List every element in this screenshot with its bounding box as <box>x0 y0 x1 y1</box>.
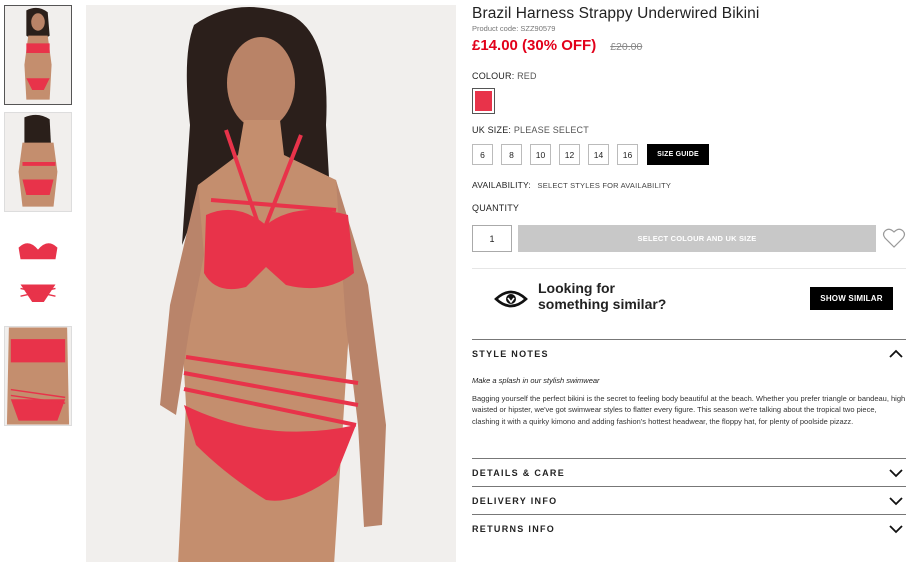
size-label: UK SIZE: PLEASE SELECT <box>472 125 589 135</box>
thumbnail-back[interactable] <box>4 112 72 212</box>
add-to-bag-button[interactable]: SELECT COLOUR AND UK SIZE <box>518 225 876 252</box>
price-row: £14.00 (30% OFF) £20.00 <box>472 37 906 54</box>
returns-info-header[interactable]: RETURNS INFO <box>472 515 906 543</box>
quantity-label: QUANTITY <box>472 203 520 213</box>
product-code: Product code: SZZ90579 <box>472 24 556 33</box>
thumbnail-flat[interactable] <box>4 219 72 319</box>
style-notes-text: Bagging yourself the perfect bikini is t… <box>472 394 906 426</box>
thumbnail-closeup-image <box>5 327 71 425</box>
delivery-info-header[interactable]: DELIVERY INFO <box>472 487 906 515</box>
thumbnail-front-image <box>5 6 71 104</box>
colour-label: COLOUR: RED <box>472 71 537 81</box>
current-price: £14.00 (30% OFF) <box>472 37 597 54</box>
product-info-panel: Brazil Harness Strappy Underwired Bikini… <box>472 5 906 534</box>
size-option[interactable]: 14 <box>588 144 609 165</box>
thumbnail-back-image <box>5 113 71 211</box>
show-similar-panel: Looking for something similar? SHOW SIMI… <box>472 268 906 328</box>
chevron-down-icon <box>889 469 903 478</box>
availability: AVAILABILITY: SELECT STYLES FOR AVAILABI… <box>472 180 671 190</box>
size-option[interactable]: 10 <box>530 144 551 165</box>
swatch-fill <box>475 91 492 111</box>
colour-swatch-red[interactable] <box>472 88 495 114</box>
delivery-info-title: DELIVERY INFO <box>472 496 558 506</box>
similar-line2: something similar? <box>538 296 667 312</box>
style-notes-subtitle: Make a splash in our stylish swimwear <box>472 376 600 385</box>
show-similar-button[interactable]: SHOW SIMILAR <box>810 287 893 310</box>
details-care-section[interactable]: DETAILS & CARE <box>472 458 906 487</box>
size-label-text: UK SIZE: <box>472 125 512 135</box>
thumbnail-front[interactable] <box>4 5 72 105</box>
chevron-down-icon <box>889 525 903 534</box>
style-notes-title: STYLE NOTES <box>472 349 549 359</box>
delivery-info-section[interactable]: DELIVERY INFO <box>472 486 906 515</box>
size-value: PLEASE SELECT <box>513 125 589 135</box>
product-title: Brazil Harness Strappy Underwired Bikini <box>472 5 760 22</box>
colour-value: RED <box>517 71 537 81</box>
availability-value: SELECT STYLES FOR AVAILABILITY <box>537 181 672 190</box>
thumbnail-flat-image <box>5 220 71 318</box>
size-option[interactable]: 8 <box>501 144 522 165</box>
size-option[interactable]: 16 <box>617 144 638 165</box>
chevron-down-icon <box>889 497 903 506</box>
size-option[interactable]: 6 <box>472 144 493 165</box>
heart-outline-icon[interactable] <box>882 227 906 249</box>
chevron-up-icon <box>889 349 903 358</box>
model-photo <box>86 5 456 562</box>
details-care-header[interactable]: DETAILS & CARE <box>472 459 906 487</box>
returns-info-section[interactable]: RETURNS INFO <box>472 514 906 543</box>
thumbnail-closeup[interactable] <box>4 326 72 426</box>
size-guide-button[interactable]: SIZE GUIDE <box>647 144 709 165</box>
size-options: 6 8 10 12 14 16 <box>472 144 646 165</box>
style-notes-header[interactable]: STYLE NOTES <box>472 340 906 368</box>
availability-label: AVAILABILITY: <box>472 180 531 190</box>
quantity-input[interactable]: 1 <box>472 225 512 252</box>
main-product-image[interactable] <box>86 5 456 562</box>
similar-prompt: Looking for something similar? <box>538 280 698 312</box>
style-notes-section: STYLE NOTES Make a splash in our stylish… <box>472 339 906 427</box>
thumbnail-gallery <box>4 5 72 433</box>
size-option[interactable]: 12 <box>559 144 580 165</box>
similar-line1: Looking for <box>538 280 615 296</box>
eye-icon <box>494 290 528 308</box>
details-care-title: DETAILS & CARE <box>472 468 566 478</box>
colour-label-text: COLOUR: <box>472 71 515 81</box>
style-notes-body: Make a splash in our stylish swimwear Ba… <box>472 368 906 427</box>
original-price: £20.00 <box>610 41 643 53</box>
returns-info-title: RETURNS INFO <box>472 524 556 534</box>
